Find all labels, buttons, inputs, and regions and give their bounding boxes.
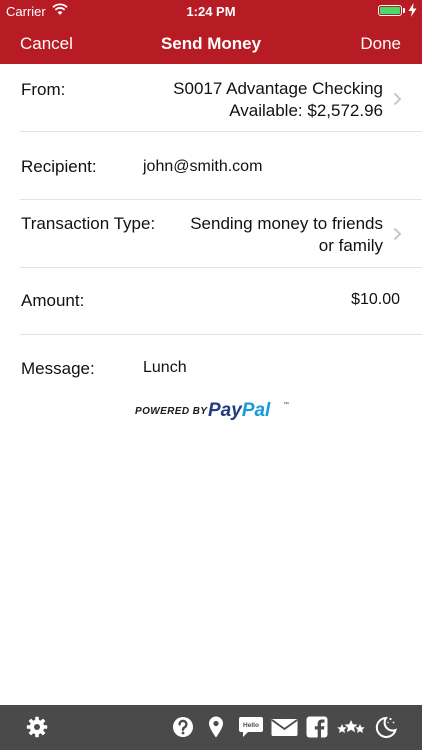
transaction-type-line2: or family	[318, 236, 383, 255]
chat-hello-icon[interactable]: Hello	[238, 716, 264, 738]
message-row[interactable]: Message: Lunch	[0, 335, 422, 395]
chevron-right-icon	[393, 227, 402, 241]
paypal-wordmark: PayPal	[208, 400, 271, 421]
rating-stars-icon[interactable]	[336, 716, 366, 738]
powered-by-text: POWERED BY	[135, 406, 208, 417]
battery-icon	[378, 5, 402, 16]
status-bar: Carrier 1:24 PM	[0, 0, 422, 22]
page-title: Send Money	[160, 34, 262, 53]
from-account: S0017 Advantage Checking	[173, 79, 383, 98]
message-label: Message:	[21, 359, 95, 378]
from-available: Available: $2,572.96	[229, 101, 383, 120]
moon-icon[interactable]	[375, 716, 397, 738]
hello-text: Hello	[243, 722, 259, 729]
from-value: S0017 Advantage Checking Available: $2,5…	[173, 78, 383, 122]
bottom-toolbar: Hello	[0, 705, 422, 750]
help-icon[interactable]	[172, 716, 194, 738]
location-pin-icon[interactable]	[208, 716, 224, 738]
charging-bolt-icon	[408, 3, 417, 17]
status-time: 1:24 PM	[186, 4, 236, 19]
amount-input[interactable]: $10.00	[351, 289, 400, 311]
battery-tip	[403, 8, 405, 13]
done-button[interactable]: Done	[360, 34, 401, 54]
message-input[interactable]: Lunch	[143, 359, 187, 377]
amount-label: Amount:	[21, 291, 85, 310]
transaction-type-value: Sending money to friends or family	[190, 213, 383, 257]
transaction-type-label: Transaction Type:	[21, 214, 156, 233]
gear-icon[interactable]	[26, 716, 48, 738]
facebook-icon[interactable]	[306, 716, 328, 738]
paypal-trademark: ™	[283, 402, 289, 408]
from-row[interactable]: From: S0017 Advantage Checking Available…	[0, 64, 422, 132]
amount-row[interactable]: Amount: $10.00	[0, 268, 422, 335]
from-label: From:	[21, 80, 66, 99]
powered-by-paypal-logo: POWERED BY PayPal ™	[135, 400, 295, 422]
recipient-row[interactable]: Recipient: john@smith.com	[0, 132, 422, 200]
navigation-bar: Cancel Send Money Done	[0, 22, 422, 64]
recipient-input[interactable]: john@smith.com	[143, 158, 262, 176]
transaction-type-line1: Sending money to friends	[190, 214, 383, 233]
recipient-label: Recipient:	[21, 157, 97, 176]
transaction-type-row[interactable]: Transaction Type: Sending money to frien…	[0, 200, 422, 268]
header: Carrier 1:24 PM Cancel Send Money Done	[0, 0, 422, 64]
chevron-right-icon	[393, 92, 402, 106]
mail-icon[interactable]	[271, 716, 298, 738]
